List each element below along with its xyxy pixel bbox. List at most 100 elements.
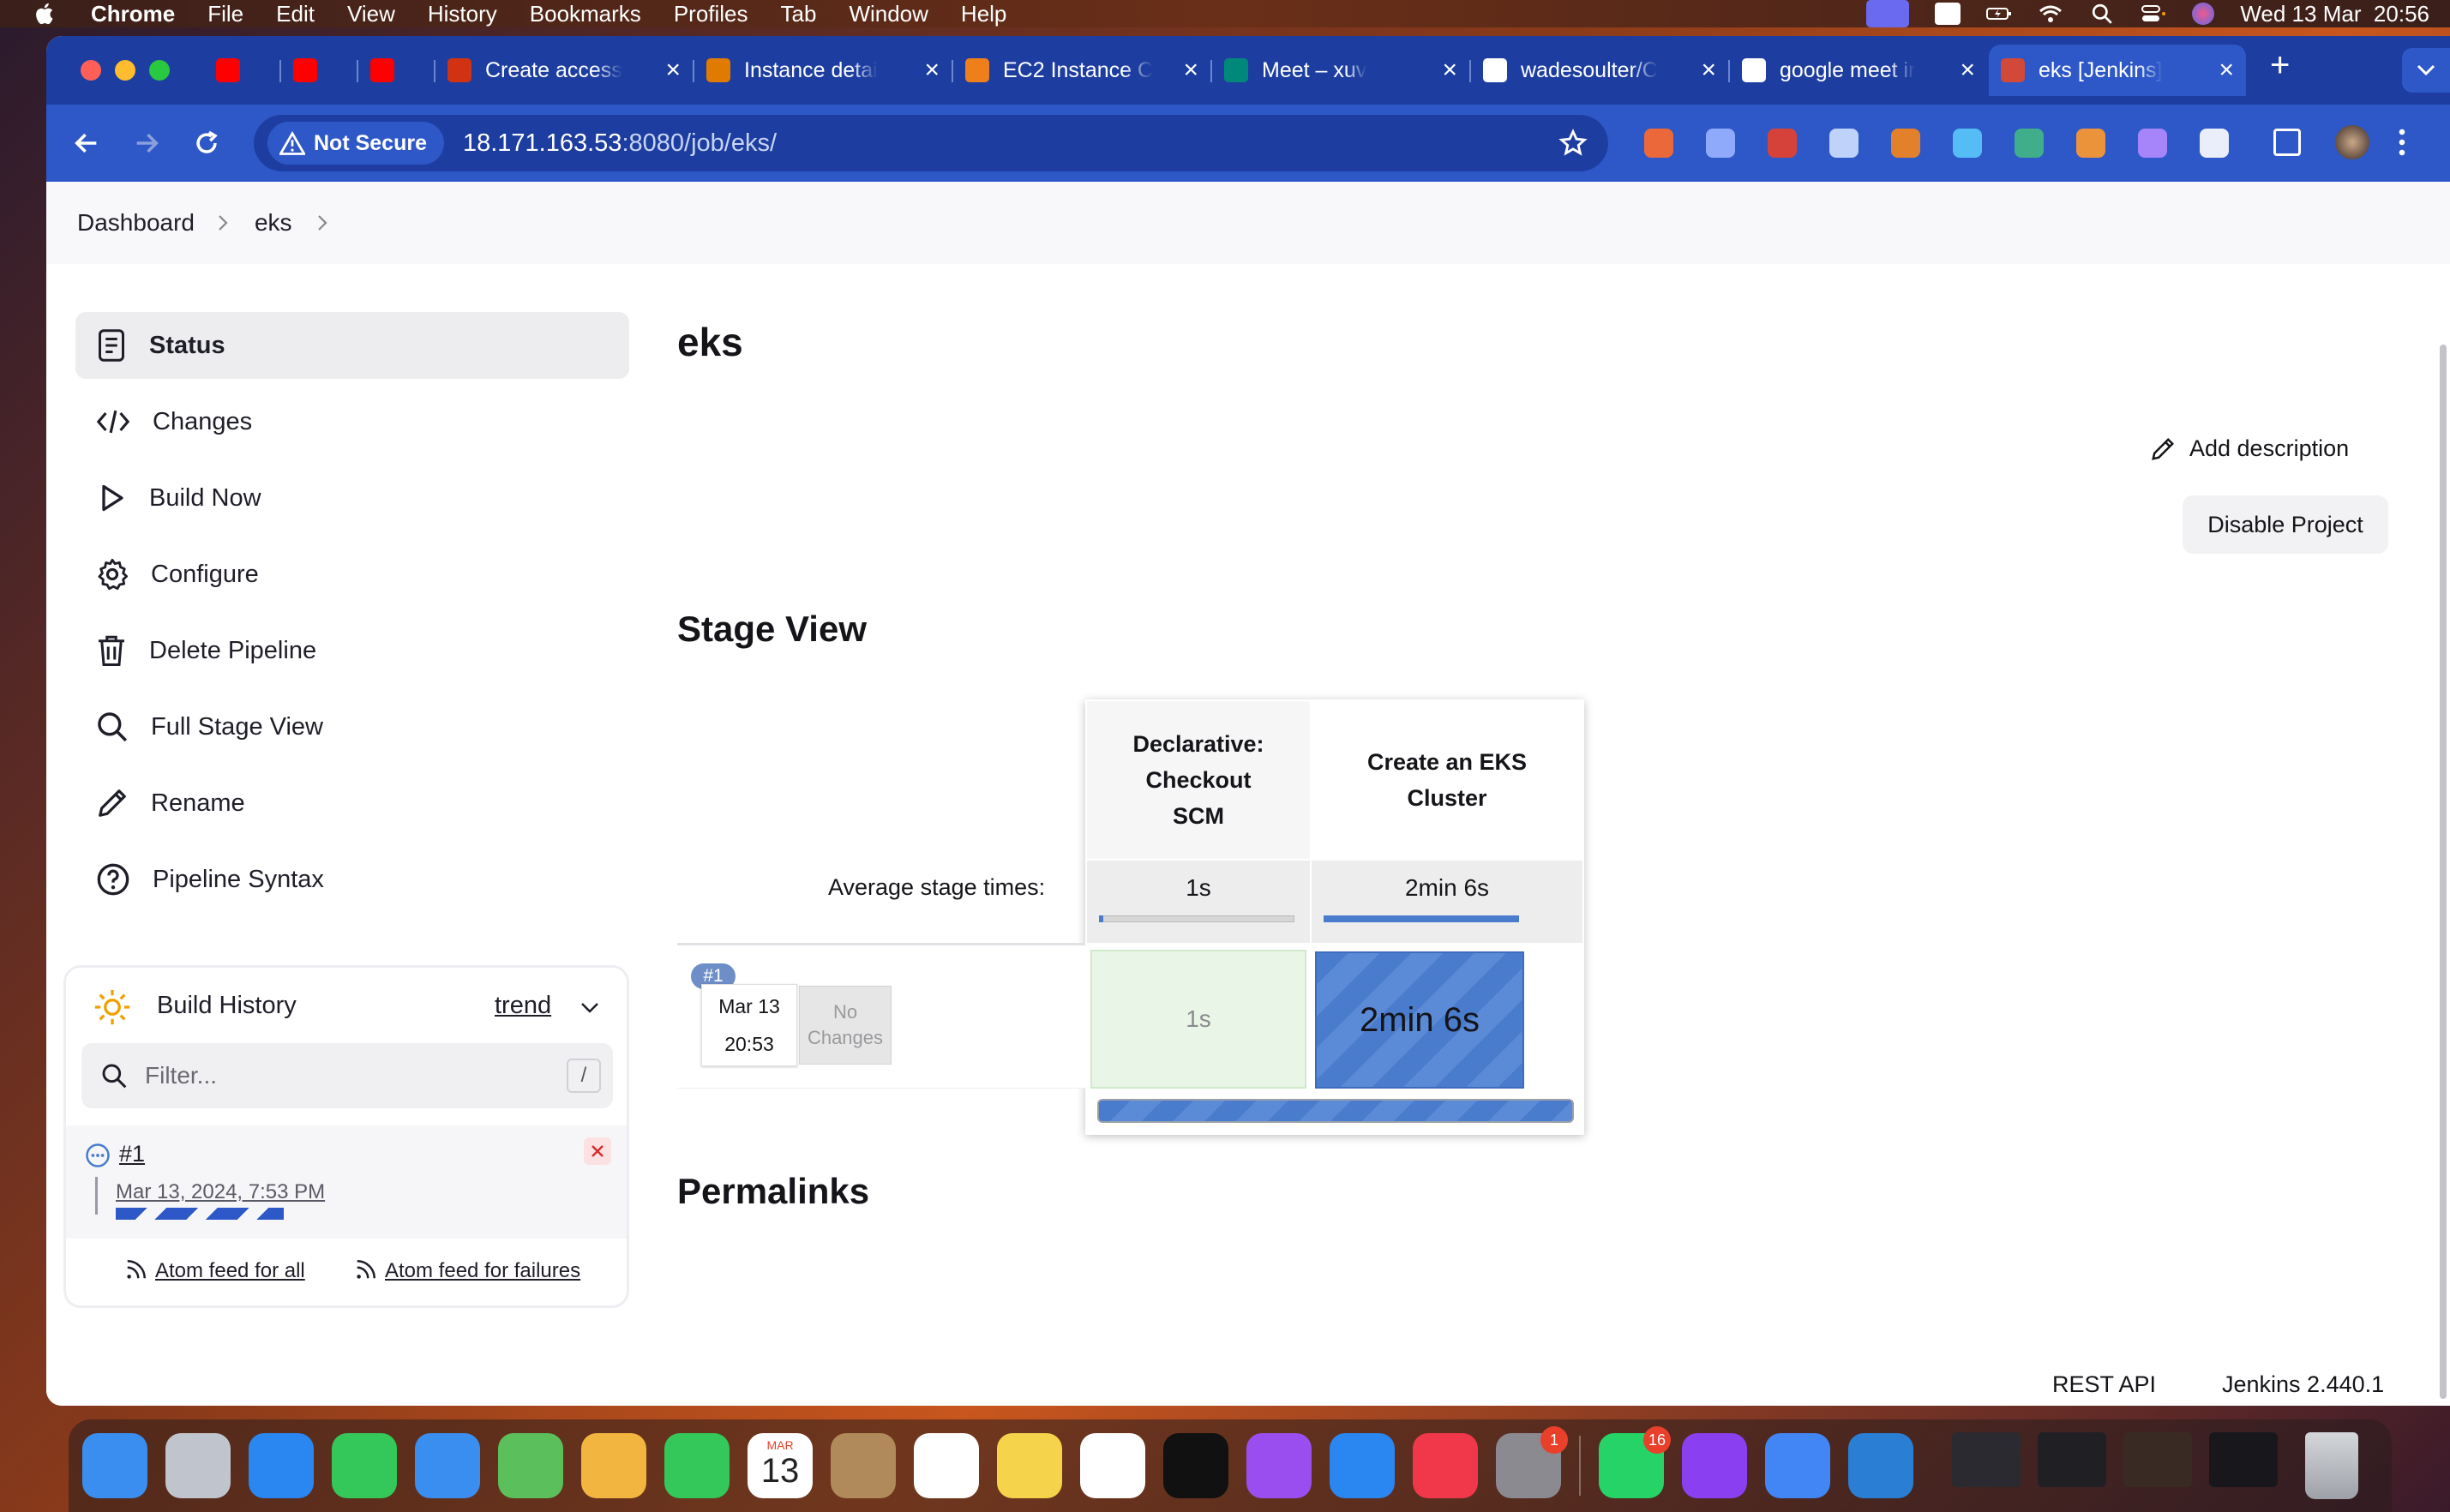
build-number-link[interactable]: #1	[119, 1141, 145, 1167]
dock-window-thumbnail[interactable]	[2209, 1432, 2278, 1487]
sidebar-item-full-stage-view[interactable]: Full Stage View	[75, 693, 629, 760]
vue-extension-icon[interactable]	[2015, 129, 2044, 158]
screen-share-icon[interactable]	[1866, 0, 1910, 27]
breadcrumb-dashboard[interactable]: Dashboard	[77, 209, 195, 237]
tab-youtube-1[interactable]	[281, 45, 357, 96]
new-tab-button[interactable]: +	[2270, 46, 2290, 85]
tab-ec2-instance-c[interactable]: EC2 Instance C ×	[953, 45, 1210, 96]
menu-window[interactable]: Window	[849, 1, 928, 27]
purple-extension-icon[interactable]	[2138, 129, 2167, 158]
tab-google-meet-ir[interactable]: google meet ir ×	[1730, 45, 1987, 96]
tab-eks-jenkins-[interactable]: eks [Jenkins] ×	[1989, 45, 2246, 96]
more-menu-icon[interactable]	[2399, 127, 2405, 158]
tab-search-button[interactable]	[2402, 48, 2450, 93]
trash-icon[interactable]	[2305, 1432, 2358, 1499]
sidebar-item-rename[interactable]: Rename	[75, 770, 629, 837]
close-tab-icon[interactable]: ×	[1183, 56, 1198, 85]
menubar-clock[interactable]: Wed 13 Mar 20:56	[2240, 1, 2429, 27]
photos-icon[interactable]	[581, 1433, 646, 1498]
cancel-build-button[interactable]	[584, 1137, 611, 1165]
launchpad-icon[interactable]	[165, 1433, 231, 1498]
vscode-icon[interactable]	[1848, 1433, 1913, 1498]
ghost-extension-icon[interactable]	[1706, 129, 1735, 158]
zoom-window-button[interactable]	[149, 60, 170, 81]
close-tab-icon[interactable]: ×	[1701, 56, 1716, 85]
apple-icon[interactable]	[33, 1, 58, 27]
chrome-icon[interactable]	[1765, 1433, 1830, 1498]
drop-extension-icon[interactable]	[1829, 129, 1859, 158]
disable-project-button[interactable]: Disable Project	[2183, 495, 2388, 554]
puzzle-extensions-icon[interactable]	[2200, 129, 2229, 158]
sidebar-item-status[interactable]: Status	[75, 312, 629, 379]
atom-feed-failures-link[interactable]: Atom feed for failures	[385, 1259, 580, 1283]
sidebar-item-delete-pipeline[interactable]: Delete Pipeline	[75, 617, 629, 684]
appstore-icon[interactable]	[1330, 1433, 1395, 1498]
messages-icon[interactable]	[332, 1433, 397, 1498]
build-filter-field[interactable]: Filter... /	[81, 1043, 613, 1108]
add-description-button[interactable]: Add description	[2150, 435, 2349, 462]
settings-icon[interactable]: 1	[1496, 1426, 1568, 1498]
menu-help[interactable]: Help	[961, 1, 1006, 27]
close-tab-icon[interactable]: ×	[924, 56, 940, 85]
tab-wadesoulter-c[interactable]: wadesoulter/C ×	[1471, 45, 1728, 96]
mail-icon[interactable]	[415, 1433, 480, 1498]
atom-feed-all-link[interactable]: Atom feed for all	[155, 1259, 305, 1283]
close-tab-icon[interactable]: ×	[2219, 56, 2234, 85]
chevron-down-icon[interactable]	[580, 1002, 599, 1014]
siri-icon[interactable]	[2192, 3, 2215, 25]
sparkle-extension-icon[interactable]	[1644, 129, 1673, 158]
sidebar-item-build-now[interactable]: Build Now	[75, 465, 629, 531]
facetime-icon[interactable]	[664, 1433, 730, 1498]
dock-window-thumbnail[interactable]	[2123, 1432, 2192, 1487]
bookmark-star-icon[interactable]	[1558, 129, 1588, 158]
wps-icon[interactable]	[1682, 1433, 1747, 1498]
red-extension-icon[interactable]	[1768, 129, 1797, 158]
forward-arrow-icon[interactable]	[132, 129, 161, 158]
page-scrollbar[interactable]	[2440, 345, 2447, 1399]
finder-icon[interactable]	[82, 1433, 147, 1498]
chevron-right-icon[interactable]	[316, 213, 328, 233]
security-chip[interactable]: Not Secure	[267, 122, 444, 165]
dock-window-thumbnail[interactable]	[1952, 1432, 2021, 1487]
reload-icon[interactable]	[192, 129, 221, 158]
stage-header-create-eks[interactable]: Create an EKS Cluster	[1312, 701, 1582, 859]
back-arrow-icon[interactable]	[72, 129, 101, 158]
wave-extension-icon[interactable]	[1953, 129, 1982, 158]
stage-cell-create-eks[interactable]: 2min 6s	[1315, 951, 1524, 1089]
profile-avatar[interactable]	[2335, 125, 2369, 159]
side-panel-icon[interactable]	[2273, 129, 2301, 156]
sidebar-item-pipeline-syntax[interactable]: Pipeline Syntax	[75, 846, 629, 913]
safari-icon[interactable]	[249, 1433, 314, 1498]
spotlight-search-icon[interactable]	[2089, 3, 2115, 25]
music-icon[interactable]	[1413, 1433, 1478, 1498]
podcasts-icon[interactable]	[1246, 1433, 1312, 1498]
menu-profiles[interactable]: Profiles	[674, 1, 748, 27]
tab-youtube-0[interactable]	[204, 45, 279, 96]
breadcrumb-job[interactable]: eks	[255, 209, 292, 237]
tab-create-access[interactable]: Create access ×	[435, 45, 693, 96]
metamask-fox-icon[interactable]	[1891, 129, 1920, 158]
menu-bookmarks[interactable]: Bookmarks	[530, 1, 641, 27]
notes-icon[interactable]	[997, 1433, 1062, 1498]
stage-cell-checkout[interactable]: 1s	[1090, 950, 1306, 1089]
minimize-window-button[interactable]	[115, 60, 135, 81]
stage-header-checkout[interactable]: Declarative: Checkout SCM	[1087, 701, 1310, 859]
menu-edit[interactable]: Edit	[276, 1, 315, 27]
whatsapp-icon[interactable]: 16	[1599, 1426, 1671, 1498]
trend-link[interactable]: trend	[495, 992, 551, 1020]
tab-instance-detai[interactable]: Instance detai ×	[694, 45, 952, 96]
url-text[interactable]: 18.171.163.53:8080/job/eks/	[463, 129, 777, 158]
sidebar-item-changes[interactable]: Changes	[75, 388, 629, 455]
flame-extension-icon[interactable]	[2076, 129, 2105, 158]
address-bar[interactable]: Not Secure 18.171.163.53:8080/job/eks/	[254, 115, 1608, 171]
wifi-icon[interactable]	[2038, 3, 2063, 25]
maps-icon[interactable]	[498, 1433, 563, 1498]
reminders-icon[interactable]	[914, 1433, 979, 1498]
battery-icon[interactable]	[1986, 3, 2012, 25]
sidebar-item-configure[interactable]: Configure	[75, 541, 629, 608]
freeform-icon[interactable]	[1080, 1433, 1145, 1498]
contacts-icon[interactable]	[831, 1433, 896, 1498]
tab-meet-xuv[interactable]: Meet – xuv ×	[1212, 45, 1469, 96]
build-date-link[interactable]: Mar 13, 2024, 7:53 PM	[116, 1180, 325, 1204]
calendar-icon[interactable]: MAR 13	[748, 1433, 813, 1498]
